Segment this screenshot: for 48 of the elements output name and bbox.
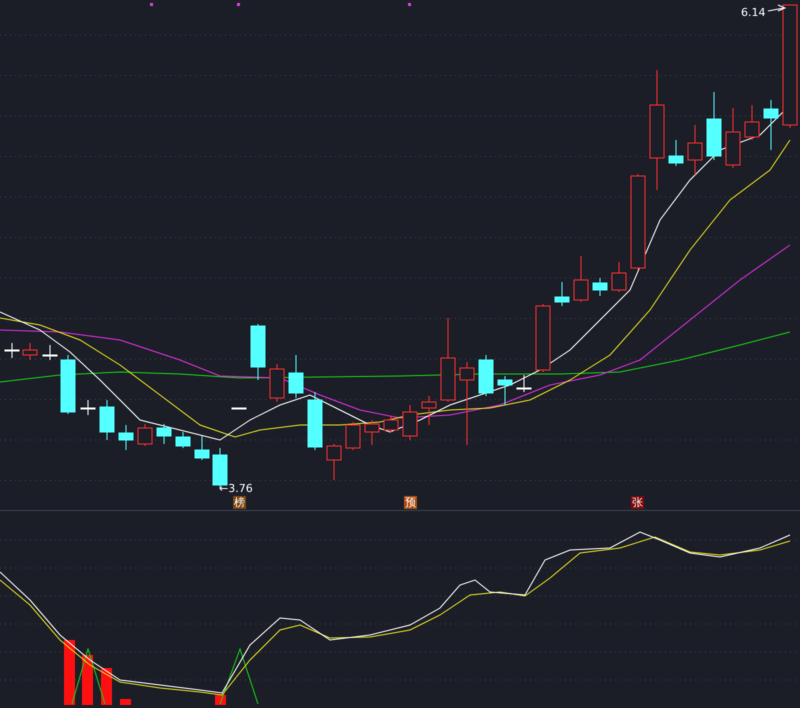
candlestick — [384, 416, 398, 432]
candlestick — [22, 342, 38, 360]
candlestick — [138, 424, 152, 446]
candlestick — [156, 424, 172, 444]
candlestick — [364, 420, 380, 446]
signal-line — [220, 647, 258, 704]
candlestick — [612, 262, 626, 292]
candlestick — [422, 396, 436, 426]
candlestick — [764, 100, 778, 150]
candlestick — [80, 400, 96, 416]
low-price-label: ←3.76 — [219, 482, 253, 495]
signal-marker: 张 — [631, 496, 644, 509]
candlestick — [250, 324, 266, 380]
candlestick — [270, 364, 284, 402]
candlestick — [4, 342, 20, 358]
candlestick — [100, 400, 114, 440]
candlestick — [60, 354, 76, 414]
pointer-arrow — [768, 4, 786, 12]
candlestick — [574, 256, 588, 302]
candlestick — [478, 354, 494, 396]
candlestick — [176, 432, 190, 448]
candlestick — [554, 282, 570, 306]
candlestick — [516, 374, 532, 392]
candlestick — [536, 304, 550, 372]
signal-line — [72, 647, 106, 704]
histogram-bar — [64, 640, 75, 705]
candlestick — [592, 278, 608, 296]
candlestick — [42, 344, 58, 360]
candlestick — [744, 104, 760, 140]
histogram-bar — [120, 699, 131, 705]
histogram-bar — [82, 655, 93, 705]
candlestick — [726, 108, 740, 168]
candlestick — [402, 404, 418, 440]
candlestick — [118, 424, 134, 450]
signal-marker: 榜 — [233, 496, 246, 509]
histogram-bar — [101, 668, 112, 705]
candlestick — [308, 392, 322, 450]
candlestick — [668, 140, 684, 166]
high-price-label: 6.14 — [741, 6, 766, 19]
candlestick — [498, 376, 512, 406]
signal-marker: 预 — [404, 496, 417, 509]
candlestick — [326, 444, 342, 480]
candlestick — [346, 422, 360, 450]
candlestick — [288, 354, 304, 398]
candlestick — [232, 408, 246, 410]
candlestick — [194, 436, 210, 460]
candlestick — [688, 124, 702, 176]
candlestick — [706, 92, 722, 160]
